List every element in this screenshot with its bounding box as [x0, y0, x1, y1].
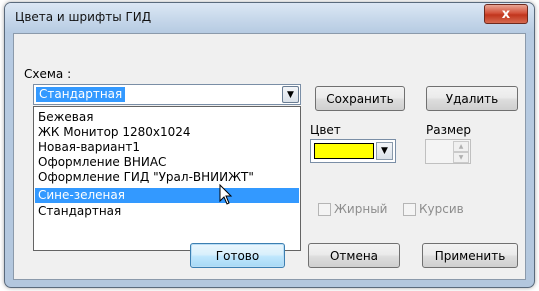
size-label: Размер — [426, 123, 472, 137]
list-item[interactable]: Оформление ГИД "Урал-ВНИИЖТ" — [35, 170, 299, 185]
mouse-pointer-icon — [219, 184, 233, 205]
close-icon: x — [501, 6, 511, 22]
size-spinner[interactable]: ▲ ▼ — [425, 139, 471, 164]
scheme-combobox[interactable]: Стандартная ▼ — [33, 84, 301, 105]
scheme-label: Схема : — [24, 67, 72, 81]
bold-checkbox[interactable] — [318, 203, 331, 216]
italic-checkbox[interactable] — [403, 203, 416, 216]
window-title: Цвета и шрифты ГИД — [15, 10, 152, 24]
list-item[interactable]: Новая-вариант1 — [35, 140, 299, 155]
spinner-down-icon[interactable]: ▼ — [453, 152, 469, 163]
scheme-selected-value: Стандартная — [36, 87, 126, 102]
italic-label: Курсив — [419, 202, 464, 216]
ok-button[interactable]: Готово — [190, 243, 285, 268]
close-button[interactable]: x — [484, 4, 528, 24]
chevron-down-icon[interactable]: ▼ — [282, 86, 299, 103]
list-item[interactable]: ЖК Монитор 1280x1024 — [35, 125, 299, 140]
spinner-up-icon[interactable]: ▲ — [453, 141, 469, 152]
bold-label: Жирный — [334, 202, 388, 216]
list-item[interactable]: Оформление ВНИАС — [35, 155, 299, 170]
scheme-dropdown-list: Бежевая ЖК Монитор 1280x1024 Новая-вариа… — [33, 106, 301, 251]
save-button[interactable]: Сохранить — [315, 86, 405, 111]
chevron-down-icon[interactable]: ▼ — [376, 142, 393, 160]
color-picker[interactable]: ▼ — [310, 139, 396, 163]
color-swatch — [314, 143, 374, 159]
list-item[interactable]: Стандартная — [35, 204, 299, 219]
cancel-button[interactable]: Отмена — [308, 243, 400, 268]
apply-button[interactable]: Применить — [422, 243, 518, 268]
delete-button[interactable]: Удалить — [426, 86, 518, 111]
title-bar[interactable]: Цвета и шрифты ГИД x — [5, 3, 534, 33]
list-item-highlighted[interactable]: Сине-зеленая — [35, 188, 299, 203]
list-item[interactable]: Бежевая — [35, 110, 299, 125]
color-label: Цвет — [310, 123, 341, 137]
